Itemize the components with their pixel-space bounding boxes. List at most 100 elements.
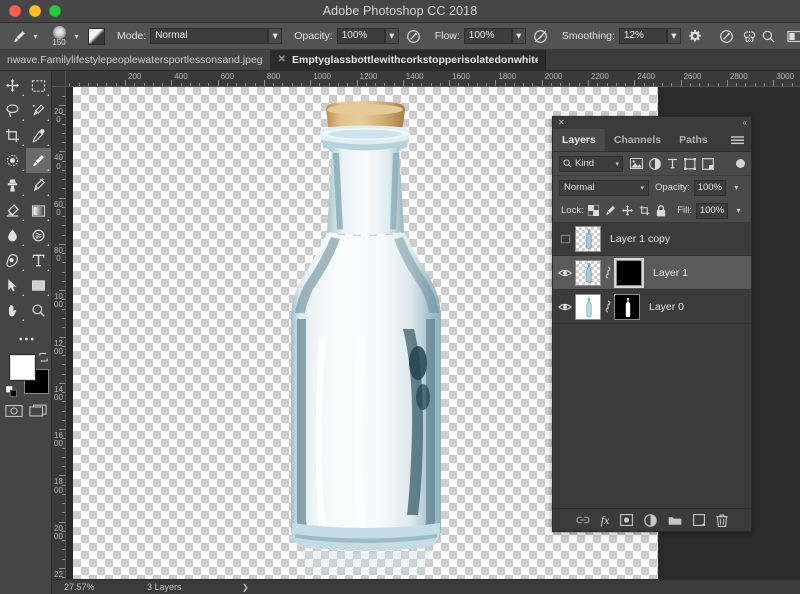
type-layer-filter-icon[interactable]: [667, 158, 678, 169]
adjustment-layer-filter-icon[interactable]: [649, 157, 661, 170]
pen-tool[interactable]: [0, 248, 26, 273]
blend-mode-select[interactable]: Normal ▾: [559, 179, 649, 196]
smoothing-input[interactable]: 12%: [618, 28, 667, 44]
document-tab-active[interactable]: ✕ Emptyglassbottlewithcorkstopperisolate…: [270, 50, 546, 70]
link-icon[interactable]: [601, 300, 614, 313]
layer-name[interactable]: Layer 0: [649, 301, 684, 313]
add-layer-mask-icon[interactable]: [620, 514, 634, 526]
brush-size-preview[interactable]: 150: [48, 25, 70, 47]
new-layer-icon[interactable]: [693, 514, 706, 526]
flow-caret-icon[interactable]: ▾: [511, 28, 526, 44]
eye-icon[interactable]: [555, 302, 575, 312]
mode-caret-icon[interactable]: ▾: [268, 28, 283, 44]
lock-all-icon[interactable]: [656, 204, 666, 217]
default-colors-icon[interactable]: [6, 386, 17, 397]
type-tool[interactable]: [26, 248, 52, 273]
document-info[interactable]: 3 Layers: [147, 582, 242, 592]
layer-mask-thumbnail[interactable]: [614, 293, 640, 320]
brush-icon[interactable]: [10, 27, 29, 46]
layer-row[interactable]: Layer 1: [553, 256, 751, 290]
collapse-panel-icon[interactable]: «: [743, 119, 748, 127]
spot-healing-brush-tool[interactable]: [0, 148, 26, 173]
eye-icon[interactable]: [555, 268, 575, 278]
lock-transparent-pixels-icon[interactable]: [587, 205, 599, 216]
layer-thumbnail[interactable]: [575, 293, 601, 320]
pressure-opacity-icon[interactable]: [404, 27, 423, 46]
lock-position-icon[interactable]: [621, 205, 633, 216]
layer-name[interactable]: Layer 1 copy: [610, 233, 670, 245]
tab-layers[interactable]: Layers: [553, 129, 605, 151]
rectangular-marquee-tool[interactable]: [26, 73, 52, 98]
foreground-color-swatch[interactable]: [10, 355, 35, 380]
opacity-caret-icon[interactable]: ▾: [384, 28, 399, 44]
layer-name[interactable]: Layer 1: [653, 267, 688, 279]
chevron-down-icon[interactable]: ▾: [732, 203, 745, 219]
eraser-tool[interactable]: [0, 198, 26, 223]
tab-paths[interactable]: Paths: [670, 129, 717, 151]
lock-image-pixels-icon[interactable]: [605, 205, 616, 216]
lasso-tool[interactable]: [0, 98, 26, 123]
close-icon[interactable]: ✕: [558, 119, 565, 127]
path-selection-tool[interactable]: [0, 273, 26, 298]
history-brush-tool[interactable]: [26, 173, 52, 198]
layer-row[interactable]: Layer 1 copy: [553, 222, 751, 256]
layer-mask-thumbnail[interactable]: [616, 259, 642, 286]
opacity-input[interactable]: 100%: [336, 28, 385, 44]
shape-layer-filter-icon[interactable]: [684, 157, 696, 170]
pressure-size-icon[interactable]: [717, 27, 736, 46]
smoothing-caret-icon[interactable]: ▾: [666, 28, 681, 44]
pixel-layer-filter-icon[interactable]: [630, 158, 643, 169]
vertical-ruler[interactable]: 200400600800100012001400160018002000220: [52, 87, 66, 579]
ruler-corner[interactable]: [52, 71, 66, 87]
quick-selection-tool[interactable]: [26, 98, 52, 123]
dodge-tool[interactable]: [26, 223, 52, 248]
blur-tool[interactable]: [0, 223, 26, 248]
workspace-icon[interactable]: [786, 27, 800, 46]
edit-toolbar-button[interactable]: [0, 330, 52, 348]
crop-tool[interactable]: [0, 123, 26, 148]
delete-layer-icon[interactable]: [716, 513, 728, 527]
tab-channels[interactable]: Channels: [605, 129, 670, 151]
layer-row[interactable]: Layer 0: [553, 290, 751, 324]
gear-icon[interactable]: [686, 27, 705, 46]
smart-object-filter-icon[interactable]: [702, 157, 714, 170]
brush-tool-preset-caret[interactable]: ▾: [29, 28, 42, 44]
flow-input[interactable]: 100%: [463, 28, 512, 44]
link-icon[interactable]: [601, 266, 614, 279]
layer-thumbnail[interactable]: [575, 225, 601, 252]
search-icon[interactable]: [759, 27, 778, 46]
airbrush-icon[interactable]: [531, 27, 550, 46]
brush-preset-caret[interactable]: ▾: [70, 28, 83, 44]
chevron-right-icon[interactable]: ❯: [242, 583, 249, 592]
link-layers-icon[interactable]: [576, 515, 590, 525]
new-group-icon[interactable]: [668, 515, 682, 526]
mode-select[interactable]: Normal: [150, 28, 269, 44]
document-tab-inactive[interactable]: nwave.Familylifestylepeoplewatersportles…: [0, 50, 271, 70]
brush-preset-panel-icon[interactable]: [88, 27, 105, 45]
layer-fill-input[interactable]: 100%: [696, 202, 728, 219]
close-icon[interactable]: ✕: [278, 55, 286, 65]
chevron-down-icon[interactable]: ▾: [730, 180, 743, 196]
gradient-tool[interactable]: [26, 198, 52, 223]
panel-menu-icon[interactable]: [731, 129, 751, 151]
horizontal-ruler[interactable]: 200 400 600 800 1000 1200 1400 1600 1800 2000 2200…: [66, 71, 800, 87]
symmetry-butterfly-icon[interactable]: [740, 27, 759, 46]
zoom-tool[interactable]: [26, 298, 52, 323]
swap-colors-icon[interactable]: [38, 352, 49, 363]
move-tool[interactable]: [0, 73, 26, 98]
zoom-level[interactable]: 27.57%: [52, 582, 147, 592]
eyedropper-tool[interactable]: [26, 123, 52, 148]
filter-toggle-icon[interactable]: [736, 159, 745, 168]
filter-kind-select[interactable]: Kind ▾: [559, 155, 623, 172]
quick-mask-icon[interactable]: [4, 404, 23, 418]
layer-opacity-input[interactable]: 100%: [693, 179, 726, 196]
layer-thumbnail[interactable]: [575, 259, 601, 286]
rectangle-tool[interactable]: [26, 273, 52, 298]
layer-style-fx-icon[interactable]: fx: [601, 514, 610, 526]
clone-stamp-tool[interactable]: [0, 173, 26, 198]
new-adjustment-layer-icon[interactable]: [644, 513, 658, 527]
eye-icon[interactable]: [555, 234, 575, 244]
brush-tool[interactable]: [25, 148, 51, 173]
hand-tool[interactable]: [0, 298, 26, 323]
lock-artboard-nesting-icon[interactable]: [639, 205, 650, 216]
